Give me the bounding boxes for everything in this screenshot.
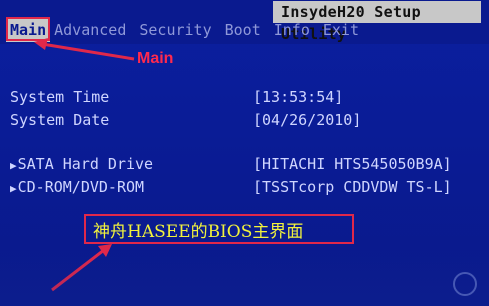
bios-screen: InsydeH20 Setup Utility Main Advanced Se… [0, 0, 489, 306]
cdrom-dvdrom-item[interactable]: ▶CD-ROM/DVD-ROM [10, 178, 144, 196]
cdrom-dvdrom-label: CD-ROM/DVD-ROM [17, 178, 145, 196]
main-arrow-head [34, 38, 48, 50]
system-time-value[interactable]: [13:53:54] [253, 88, 343, 106]
bottom-shade [0, 250, 489, 306]
submenu-triangle-icon: ▶ [10, 182, 17, 195]
cdrom-dvdrom-value: [TSSTcorp CDDVDW TS-L] [253, 178, 452, 196]
sata-hard-drive-label: SATA Hard Drive [17, 155, 154, 173]
watermark-icon [453, 272, 477, 296]
caption-text: 神舟HASEE的BIOS主界面 [93, 222, 304, 242]
sata-hard-drive-value: [HITACHI HTS545050B9A] [253, 155, 452, 173]
system-time-label: System Time [10, 88, 110, 106]
system-date-value[interactable]: [04/26/2010] [253, 111, 361, 129]
sata-hard-drive-item[interactable]: ▶SATA Hard Drive [10, 155, 153, 173]
main-annotation-label: Main [137, 50, 174, 67]
system-date-label: System Date [10, 111, 110, 129]
submenu-triangle-icon: ▶ [10, 159, 17, 172]
main-arrow-line [41, 42, 135, 61]
